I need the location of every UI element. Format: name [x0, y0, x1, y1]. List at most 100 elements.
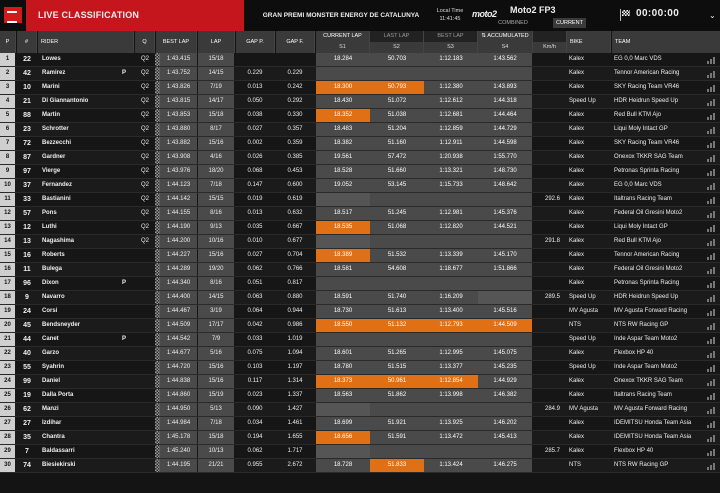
sector-2 — [370, 67, 424, 80]
gap-previous: 0.955 — [247, 462, 263, 468]
rider-number: 35 — [23, 434, 31, 441]
best-lap-time: 1:43.853 — [160, 109, 197, 122]
bike-maker: Kalex — [569, 238, 585, 244]
lap-count: 9/13 — [198, 221, 234, 234]
best-lap-time: 1:44.984 — [160, 417, 197, 430]
table-row[interactable]: 11 33 Bastianini Q2 1:44.142 15/15 0.019 0.619 2… — [0, 193, 720, 207]
table-row[interactable]: 5 88 Martin Q2 1:43.853 15/18 0.038 0.330 18.352… — [0, 109, 720, 123]
col-s4: S4 — [478, 42, 533, 53]
sector-2: 53.145 — [370, 179, 424, 192]
bike-maker: Kalex — [569, 182, 585, 188]
table-row[interactable]: 13 12 Luthi Q2 1:44.190 9/13 0.035 0.667 18.535 5… — [0, 221, 720, 235]
table-row[interactable]: 30 74 Biesiekirski 1:44.195 21/21 0.955 2.672 1… — [0, 459, 720, 473]
table-row[interactable]: 10 37 Fernandez Q2 1:44.123 7/18 0.147 0.600 19.… — [0, 179, 720, 193]
qualifying-flag — [136, 361, 154, 374]
bike-maker: Kalex — [569, 84, 585, 90]
gap-previous: 0.038 — [247, 112, 263, 118]
gap-previous: 0.035 — [247, 224, 263, 230]
signal-icon — [707, 81, 715, 94]
pit-indicator — [122, 221, 132, 234]
table-row[interactable]: 25 19 Dalla Porta 1:44.860 15/19 0.023 1.337 18… — [0, 389, 720, 403]
sector-4 — [478, 445, 532, 458]
qualifying-flag: Q2 — [140, 182, 149, 188]
top-speed — [533, 207, 563, 220]
table-row[interactable]: 8 87 Gardner Q2 1:43.908 4/16 0.026 0.385 19.561… — [0, 151, 720, 165]
table-row[interactable]: 2 42 Ramirez P Q2 1:43.752 14/15 0.229 0.229 Kale… — [0, 67, 720, 81]
pit-indicator — [122, 263, 132, 276]
rider-name: Chantra — [42, 434, 65, 440]
table-row[interactable]: 4 21 Di Giannantonio Q2 1:43.815 14/17 0.050 0.… — [0, 95, 720, 109]
tab-last-lap[interactable]: LAST LAP — [370, 31, 424, 42]
team-name: Liqui Moly Intact GP — [614, 224, 668, 230]
team-name: EG 0,0 Marc VDS — [614, 182, 662, 188]
table-row[interactable]: 23 55 Syahrin 1:44.720 15/16 0.103 1.197 18.780… — [0, 361, 720, 375]
table-row[interactable]: 28 35 Chantra 1:45.178 15/18 0.194 1.655 18.656… — [0, 431, 720, 445]
gap-first: 0.330 — [287, 112, 303, 118]
table-row[interactable]: 7 72 Bezzecchi Q2 1:43.882 15/16 0.002 0.359 18.… — [0, 137, 720, 151]
bike-maker: Kalex — [569, 70, 585, 76]
qualifying-flag: Q2 — [140, 224, 149, 230]
gap-previous: 0.117 — [247, 378, 263, 384]
pit-indicator: P — [122, 70, 127, 76]
best-lap-time: 1:44.950 — [160, 403, 197, 416]
sector-3: 1:12.995 — [424, 347, 478, 360]
table-row[interactable]: 26 62 Manzi 1:44.950 5/13 0.090 1.427 284.9 MV A… — [0, 403, 720, 417]
sector-4: 1:44.464 — [478, 109, 532, 122]
pit-indicator — [122, 389, 132, 402]
position: 13 — [0, 221, 15, 234]
mode-combined-button[interactable]: COMBINED — [496, 18, 530, 28]
sector-4: 1:44.929 — [478, 375, 532, 388]
table-row[interactable]: 22 40 Garzo 1:44.677 5/16 0.075 1.094 18.601 51.… — [0, 347, 720, 361]
lap-count: 15/16 — [198, 137, 234, 150]
qualifying-flag — [136, 403, 154, 416]
best-lap-time: 1:45.240 — [160, 445, 197, 458]
table-row[interactable]: 20 45 Bendsneyder 1:44.509 17/17 0.042 0.986 18… — [0, 319, 720, 333]
qualifying-flag: Q2 — [140, 84, 149, 90]
table-row[interactable]: 12 57 Pons Q2 1:44.155 8/16 0.013 0.632 18.517 51… — [0, 207, 720, 221]
chevron-down-icon[interactable]: ⌄ — [709, 11, 716, 20]
sector-1 — [316, 67, 370, 80]
lap-count: 7/19 — [198, 81, 234, 94]
top-speed — [533, 375, 563, 388]
sector-2: 51.660 — [370, 165, 424, 178]
signal-icon — [707, 375, 715, 388]
table-row[interactable]: 17 96 Dixon P 1:44.340 8/16 0.051 0.817 Kalex Pet… — [0, 277, 720, 291]
table-row[interactable]: 3 10 Marini Q2 1:43.826 7/19 0.013 0.242 18.300 5… — [0, 81, 720, 95]
table-row[interactable]: 16 11 Bulega 1:44.289 19/20 0.062 0.766 18.581 5… — [0, 263, 720, 277]
table-row[interactable]: 1 22 Lowes Q2 1:43.415 15/18 18.284 50.703 1:12.… — [0, 53, 720, 67]
sector-3: 1:12.820 — [424, 221, 478, 234]
table-row[interactable]: 27 27 Izdihar 1:44.984 7/18 0.034 1.461 18.699 5… — [0, 417, 720, 431]
local-time-label: Local Time — [436, 8, 464, 14]
best-lap-time: 1:44.142 — [160, 193, 197, 206]
gap-first: 0.667 — [287, 224, 303, 230]
table-row[interactable]: 9 97 Vierge Q2 1:43.976 18/20 0.068 0.453 18.528… — [0, 165, 720, 179]
sector-3: 1:12.859 — [424, 123, 478, 136]
top-speed — [533, 277, 563, 290]
lap-count: 4/16 — [198, 151, 234, 164]
gap-first: 0.385 — [287, 154, 303, 160]
table-row[interactable]: 14 13 Nagashima Q2 1:44.200 10/16 0.010 0.677 29… — [0, 235, 720, 249]
top-speed — [533, 123, 563, 136]
sector-1: 18.581 — [316, 263, 370, 276]
tab-best-lap[interactable]: BEST LAP — [424, 31, 478, 42]
table-row[interactable]: 24 99 Daniel 1:44.838 15/16 0.117 1.314 18.373 5… — [0, 375, 720, 389]
gap-previous: 0.023 — [247, 392, 263, 398]
position: 3 — [0, 81, 15, 94]
accumulated-select[interactable]: ⇅ ACCUMULATED — [478, 31, 533, 42]
top-speed — [533, 53, 563, 66]
table-row[interactable]: 29 7 Baldassarri 1:45.240 10/13 0.062 1.717 285… — [0, 445, 720, 459]
rider-name: Garzo — [42, 350, 60, 356]
rider-name: Roberts — [42, 252, 65, 258]
mode-current-button[interactable]: CURRENT — [553, 18, 586, 28]
table-row[interactable]: 6 23 Schrotter Q2 1:43.880 8/17 0.027 0.357 18.4… — [0, 123, 720, 137]
best-lap-time: 1:44.677 — [160, 347, 197, 360]
rider-number: 44 — [23, 336, 31, 343]
table-row[interactable]: 18 9 Navarro 1:44.400 14/15 0.063 0.880 18.591 5… — [0, 291, 720, 305]
table-row[interactable]: 15 16 Roberts 1:44.227 15/16 0.027 0.704 18.389… — [0, 249, 720, 263]
team-name: Inde Aspar Team Moto2 — [614, 364, 678, 370]
table-row[interactable]: 19 24 Corsi 1:44.467 3/19 0.064 0.944 18.730 51.… — [0, 305, 720, 319]
position: 6 — [0, 123, 15, 136]
tab-current-lap[interactable]: CURRENT LAP — [316, 31, 370, 42]
rider-name: Dalla Porta — [42, 392, 74, 398]
table-row[interactable]: 21 44 Canet P 1:44.542 7/9 0.033 1.019 Speed Up I… — [0, 333, 720, 347]
